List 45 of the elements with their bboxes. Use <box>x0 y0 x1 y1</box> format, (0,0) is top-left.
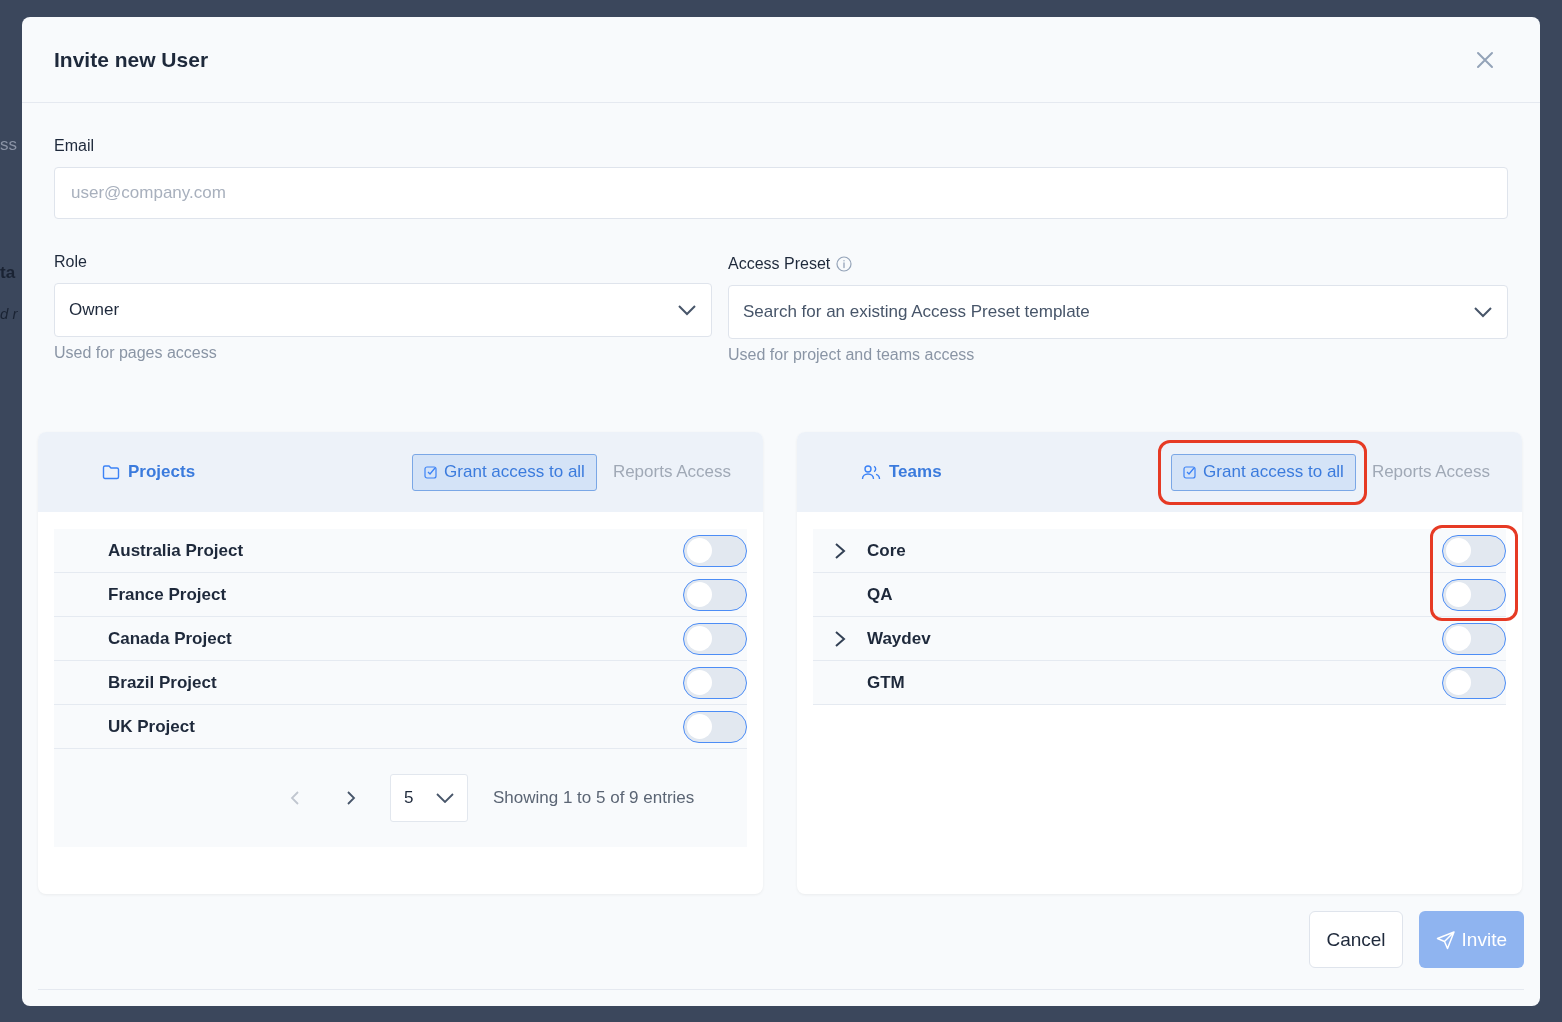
checkbox-icon <box>1183 465 1198 479</box>
list-row[interactable]: Canada Project <box>54 617 747 661</box>
list-row[interactable]: QA <box>813 573 1506 617</box>
toggle-switch[interactable] <box>683 622 747 655</box>
toggle-switch[interactable] <box>683 578 747 611</box>
list-row[interactable]: Waydev <box>813 617 1506 661</box>
toggle-switch[interactable] <box>1442 534 1506 567</box>
users-icon <box>861 464 881 480</box>
role-dropdown[interactable]: Owner <box>54 283 712 337</box>
toggle-switch[interactable] <box>683 710 747 743</box>
field-label: Email <box>54 137 95 155</box>
toggle-switch[interactable] <box>683 666 747 699</box>
field-label: Access Preset <box>728 255 831 273</box>
panel-tab[interactable]: Teams <box>861 462 942 482</box>
cancel-button[interactable]: Cancel <box>1309 911 1403 968</box>
list-row[interactable]: Core <box>813 529 1506 573</box>
toggle-switch[interactable] <box>683 534 747 567</box>
dialog-title: Invite new User <box>54 47 209 72</box>
list-row[interactable]: Brazil Project <box>54 661 747 705</box>
chevron-right-icon[interactable] <box>834 629 846 648</box>
close-icon[interactable] <box>1476 50 1494 69</box>
chevron-down-icon <box>1473 306 1493 318</box>
chevron-down-icon <box>677 304 697 316</box>
field-hint: Used for project and teams access <box>728 346 976 364</box>
info-icon[interactable] <box>836 256 853 272</box>
access-preset-dropdown[interactable]: Search for an existing Access Preset template <box>728 285 1508 339</box>
toggle-switch[interactable] <box>1442 622 1506 655</box>
list-row[interactable]: Australia Project <box>54 529 747 573</box>
list-row[interactable]: France Project <box>54 573 747 617</box>
email-field[interactable]: user@company.com <box>54 167 1508 219</box>
toggle-switch[interactable] <box>1442 578 1506 611</box>
list-row[interactable]: GTM <box>813 661 1506 705</box>
pagination-summary: Showing 1 to 5 of 9 entries <box>493 788 695 808</box>
toggle-switch[interactable] <box>1442 666 1506 699</box>
chevron-right-icon[interactable] <box>834 541 846 560</box>
background-text: ss <box>0 135 17 155</box>
page-size-dropdown[interactable]: 5 <box>390 774 468 822</box>
folder-icon <box>102 464 120 480</box>
next-page-icon[interactable] <box>346 790 356 806</box>
panel-tab[interactable]: Projects <box>102 462 196 482</box>
field-label: Role <box>54 253 88 271</box>
chevron-down-icon <box>436 793 454 803</box>
send-icon <box>1435 929 1456 950</box>
field-hint: Used for pages access <box>54 344 218 362</box>
checkbox-icon <box>424 465 439 479</box>
